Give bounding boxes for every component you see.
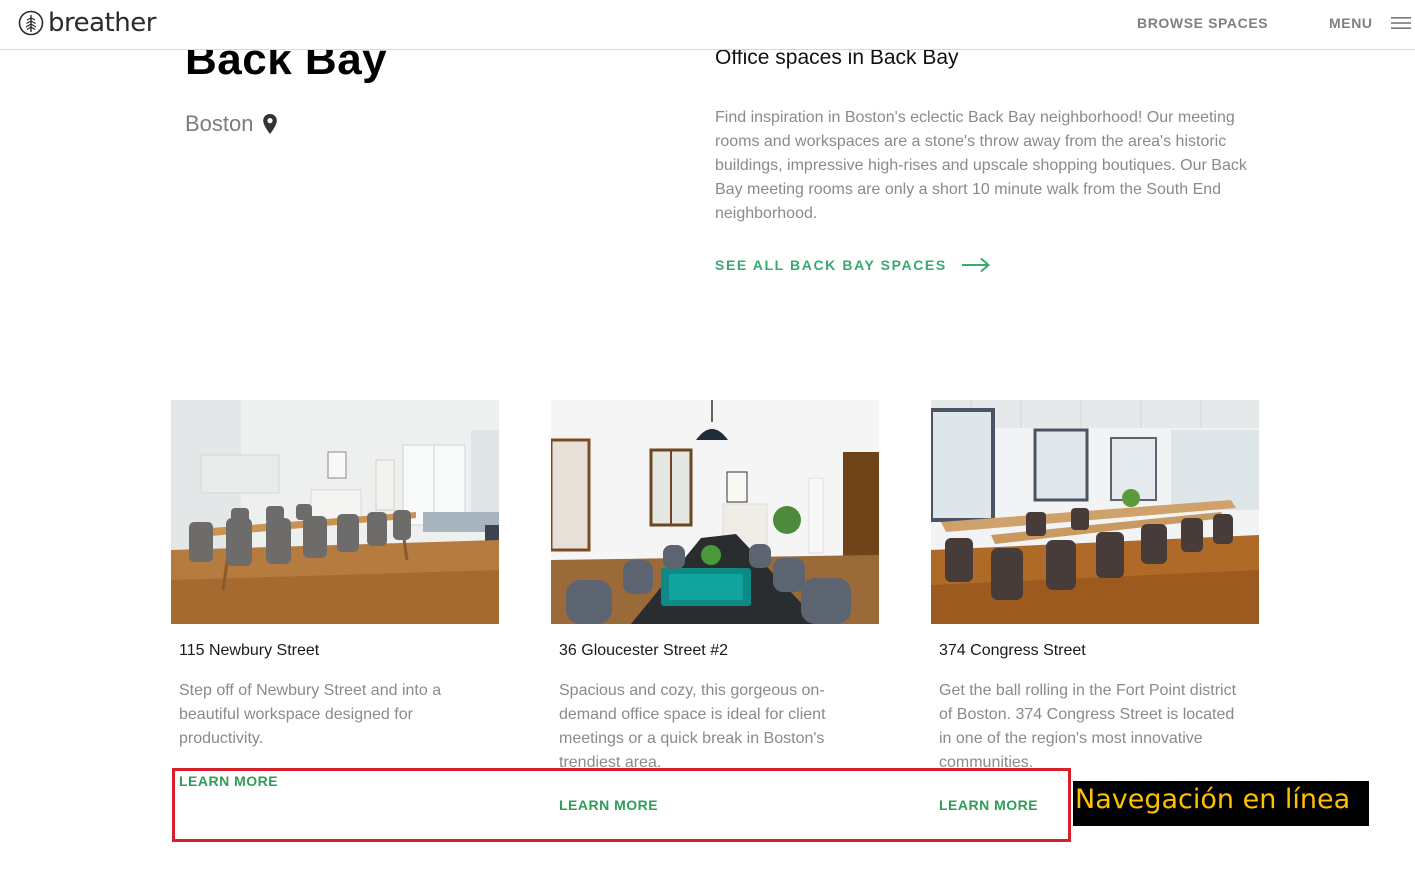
browse-spaces-link[interactable]: BROWSE SPACES xyxy=(1137,15,1268,31)
tree-logo-icon xyxy=(18,10,44,36)
logo-text: breather xyxy=(48,8,156,38)
space-card-title[interactable]: 374 Congress Street xyxy=(939,642,1086,660)
space-card[interactable]: 36 Gloucester Street #2 Spacious and coz… xyxy=(551,400,879,813)
city-location: Boston xyxy=(185,111,278,137)
neighborhood-description: Find inspiration in Boston's eclectic Ba… xyxy=(715,109,1247,222)
space-card-description: Step off of Newbury Street and into a be… xyxy=(179,682,442,747)
learn-more-link[interactable]: LEARN MORE xyxy=(559,797,658,813)
hamburger-menu-icon[interactable] xyxy=(1391,16,1411,30)
learn-more-link[interactable]: LEARN MORE xyxy=(179,773,278,789)
space-photo[interactable] xyxy=(171,400,499,624)
site-header: breather BROWSE SPACES MENU xyxy=(0,0,1415,50)
space-card-description: Get the ball rolling in the Fort Point d… xyxy=(939,682,1237,771)
space-card-title[interactable]: 36 Gloucester Street #2 xyxy=(559,642,728,660)
see-all-label: SEE ALL BACK BAY SPACES xyxy=(715,257,947,273)
space-card-description: Spacious and cozy, this gorgeous on-dema… xyxy=(559,682,826,771)
annotation-label: Navegación en línea xyxy=(1073,781,1369,826)
space-photo[interactable] xyxy=(551,400,879,624)
space-photo[interactable] xyxy=(931,400,1259,624)
location-pin-icon xyxy=(262,114,277,134)
learn-more-link[interactable]: LEARN MORE xyxy=(939,797,1038,813)
see-all-spaces-link[interactable]: SEE ALL BACK BAY SPACES xyxy=(715,257,991,273)
city-label: Boston xyxy=(185,111,254,136)
arrow-right-icon xyxy=(961,257,990,273)
logo[interactable]: breather xyxy=(18,8,156,38)
space-card[interactable]: 374 Congress Street Get the ball rolling… xyxy=(931,400,1259,813)
menu-button[interactable]: MENU xyxy=(1329,15,1373,31)
space-card[interactable]: 115 Newbury Street Step off of Newbury S… xyxy=(171,400,499,789)
space-card-title[interactable]: 115 Newbury Street xyxy=(179,642,319,660)
